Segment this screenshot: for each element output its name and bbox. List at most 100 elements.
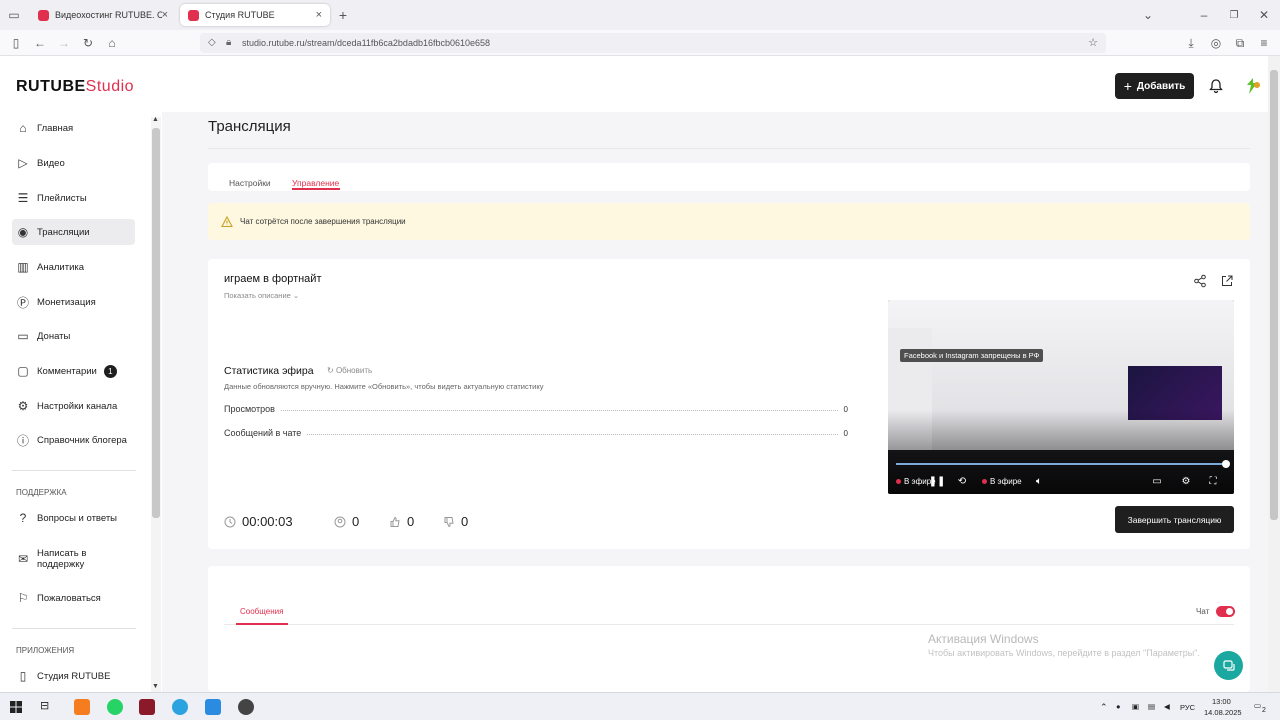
volume-icon[interactable]: ◀ [1164, 702, 1170, 711]
play-pause-icon[interactable]: ❚❚ [929, 474, 946, 488]
restore-icon[interactable]: ❐ [1226, 7, 1242, 23]
close-icon[interactable]: × [162, 9, 168, 21]
title-divider [208, 148, 1250, 149]
player-progress-bar[interactable] [896, 463, 1226, 465]
back-icon[interactable]: ← [32, 35, 48, 51]
downloads-icon[interactable]: ⤓ [1183, 35, 1199, 51]
sidebar-toggle-icon[interactable]: ▯ [8, 35, 24, 51]
sidebar-item-home[interactable]: ⌂ Главная [12, 115, 135, 141]
scroll-down-icon[interactable]: ▼ [152, 683, 159, 690]
sidebar-item-contact-support[interactable]: ✉ Написать в поддержку [12, 545, 135, 573]
sidebar-item-blogger-guide[interactable]: ⓘ Справочник блогера [12, 427, 135, 453]
notification-center-icon[interactable]: ▭ [1254, 701, 1261, 710]
account-icon[interactable]: ◎ [1208, 35, 1224, 51]
close-icon[interactable]: × [316, 9, 322, 21]
sidebar-scrollbar-thumb[interactable] [152, 128, 160, 518]
playlist-icon: ☰ [17, 191, 29, 205]
app-icon[interactable] [139, 699, 155, 715]
refresh-button[interactable]: ↻ Обновить [327, 366, 372, 375]
wallet-icon: ▭ [17, 329, 29, 343]
forward-icon[interactable]: → [56, 35, 72, 51]
browser-tab-rutube[interactable]: Видеохостинг RUTUBE. Смотр × [30, 4, 176, 26]
telegram-icon[interactable] [172, 699, 188, 715]
notifications-bell-icon[interactable] [1208, 78, 1224, 94]
stream-preview-player[interactable]: Facebook и Instagram запрещены в РФ В эф… [888, 300, 1234, 494]
sidebar-item-monetization[interactable]: Ⓟ Монетизация [12, 289, 135, 315]
chat-toggle-label: Чат [1196, 607, 1210, 616]
share-icon[interactable] [1193, 274, 1207, 288]
whatsapp-icon[interactable] [107, 699, 123, 715]
url-text: studio.rutube.ru/stream/dceda11fb6ca2bda… [242, 38, 491, 48]
extensions-icon[interactable]: ⧉ [1232, 35, 1248, 51]
cast-icon[interactable]: ▭ [1150, 474, 1164, 488]
windows-start-icon[interactable] [8, 699, 24, 715]
sidebar-item-donations[interactable]: ▭ Донаты [12, 323, 135, 349]
shield-icon[interactable]: ◇ [208, 37, 216, 48]
likes-count: 0 [389, 514, 414, 529]
file-manager-icon[interactable] [205, 699, 221, 715]
tray-app-icon[interactable]: ▣ [1132, 702, 1139, 711]
page-scrollbar-thumb[interactable] [1270, 70, 1278, 520]
network-icon[interactable]: ▤ [1148, 702, 1155, 711]
player-settings-icon[interactable]: ⚙ [1179, 474, 1193, 488]
thumb-up-icon [389, 516, 401, 528]
player-progress-handle[interactable] [1222, 460, 1230, 468]
external-link-icon[interactable] [1220, 274, 1234, 288]
avatar[interactable] [1243, 77, 1263, 95]
warning-banner: Чат сотрётся после завершения трансляции [208, 203, 1250, 240]
lock-icon[interactable]: 🔒︎ [226, 37, 231, 48]
tab-settings[interactable]: Настройки [229, 178, 271, 188]
browser-nav-bar: ▯ ← → ↻ ⌂ ◇ 🔒︎ studio.rutube.ru/stream/d… [0, 30, 1280, 56]
language-indicator[interactable]: РУС [1180, 703, 1195, 712]
address-bar[interactable]: ◇ 🔒︎ studio.rutube.ru/stream/dceda11fb6c… [200, 33, 1106, 53]
task-view-icon[interactable]: ⊟ [40, 699, 56, 715]
menu-icon[interactable]: ≡ [1256, 35, 1272, 51]
tray-chevron-icon[interactable]: ⌃ [1100, 702, 1108, 713]
scroll-up-icon[interactable]: ▲ [152, 116, 159, 123]
sidebar-item-studio-app[interactable]: ▯ Студия RUTUBE [12, 663, 135, 689]
sidebar-item-comments[interactable]: ▢ Комментарии 1 [12, 358, 135, 384]
sidebar-item-analytics[interactable]: ▥ Аналитика [12, 254, 135, 280]
rutube-studio-logo[interactable]: RUTUBEStudio [16, 78, 134, 96]
stream-duration: 00:00:03 [224, 514, 293, 529]
sidebar-item-faq[interactable]: ? Вопросы и ответы [12, 505, 135, 531]
tab-management[interactable]: Управление [292, 178, 339, 188]
tab-overview-icon[interactable]: ▭ [6, 7, 22, 23]
sidebar-item-playlists[interactable]: ☰ Плейлисты [12, 185, 135, 211]
new-tab-button[interactable]: + [335, 7, 351, 23]
help-chat-button[interactable] [1214, 651, 1243, 680]
live-button[interactable]: В эфире [982, 477, 1022, 486]
sidebar-item-channel-settings[interactable]: ⚙ Настройки канала [12, 393, 135, 419]
browser-tab-studio[interactable]: Студия RUTUBE × [180, 4, 330, 26]
coin-icon: Ⓟ [16, 295, 29, 310]
analytics-icon: ▥ [17, 260, 29, 274]
volume-icon[interactable]: 🔈︎ [1032, 474, 1046, 488]
chat-toggle[interactable] [1216, 606, 1235, 617]
clock-date[interactable]: 14.08.2025 [1204, 708, 1242, 717]
firefox-icon[interactable] [74, 699, 90, 715]
tab-messages[interactable]: Сообщения [240, 607, 283, 616]
minimize-icon[interactable]: – [1196, 7, 1212, 23]
studio-favicon-icon [188, 9, 199, 21]
fullscreen-icon[interactable]: ⛶ [1206, 474, 1220, 488]
clock-time[interactable]: 13:00 [1212, 697, 1231, 706]
add-button[interactable]: + Добавить [1115, 73, 1194, 99]
show-description-link[interactable]: Показать описание ⌄ [224, 291, 299, 300]
window-close-icon[interactable]: ✕ [1256, 7, 1272, 23]
comment-icon: ▢ [17, 364, 29, 378]
bookmark-star-icon[interactable]: ☆ [1088, 36, 1098, 49]
obs-icon[interactable] [238, 699, 254, 715]
mic-icon[interactable]: ● [1116, 702, 1121, 711]
clock-icon [224, 516, 236, 528]
rewind-10-icon[interactable]: ⟲ [955, 474, 969, 488]
tab-list-chevron-icon[interactable]: ⌄ [1140, 7, 1156, 23]
sidebar-item-report[interactable]: ⚐ Пожаловаться [12, 585, 135, 611]
end-stream-button[interactable]: Завершить трансляцию [1115, 506, 1234, 533]
warning-icon [221, 215, 233, 228]
home-icon[interactable]: ⌂ [104, 35, 120, 51]
sidebar-item-streams[interactable]: ◉ Трансляции [12, 219, 135, 245]
sidebar-item-video[interactable]: ▷ Видео [12, 150, 135, 176]
stat-row-views: Просмотров 0 [224, 404, 848, 414]
dislikes-count: 0 [443, 514, 468, 529]
reload-icon[interactable]: ↻ [80, 35, 96, 51]
